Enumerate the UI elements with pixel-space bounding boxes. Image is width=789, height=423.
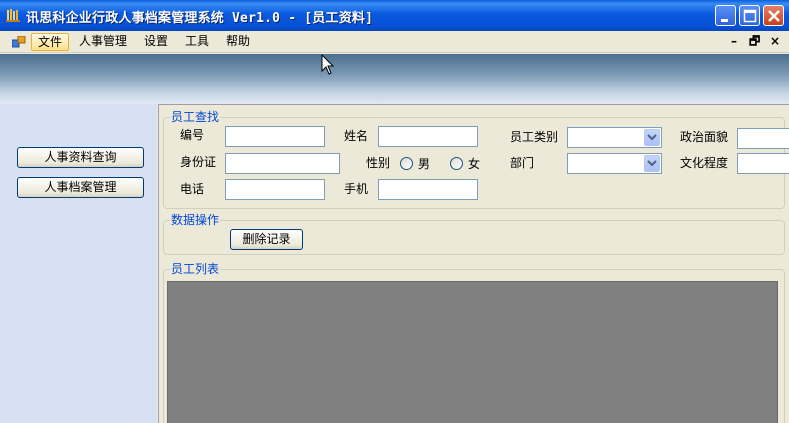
education-label: 文化程度 xyxy=(680,156,729,170)
female-label: 女 xyxy=(468,157,481,171)
hr-query-button[interactable]: 人事资料查询 xyxy=(17,147,144,168)
phone-label: 电话 xyxy=(180,182,205,196)
dept-select[interactable] xyxy=(567,153,662,174)
mobile-field[interactable] xyxy=(378,179,478,200)
gender-label: 性别 xyxy=(366,156,391,170)
close-icon xyxy=(768,10,780,22)
category-select[interactable] xyxy=(567,127,662,148)
minimize-button[interactable] xyxy=(715,5,736,26)
female-radio[interactable] xyxy=(450,157,463,170)
delete-record-button[interactable]: 删除记录 xyxy=(230,229,303,250)
mdi-close-button[interactable]: × xyxy=(770,34,780,48)
search-group-legend: 员工查找 xyxy=(170,110,221,124)
menu-tools[interactable]: 工具 xyxy=(179,33,215,51)
main-panel: 员工查找 编号 姓名 员工类别 政治面貌 身份证 性别 男 女 部门 文化程度 … xyxy=(158,104,789,423)
chevron-down-icon[interactable] xyxy=(644,129,660,146)
menu-file[interactable]: 文件 xyxy=(31,33,70,51)
banner-area xyxy=(0,54,789,104)
window-title: 讯思科企业行政人事档案管理系统 Ver1.0 - [员工资料] xyxy=(26,11,374,26)
category-label: 员工类别 xyxy=(510,130,559,144)
maximize-icon xyxy=(743,9,757,23)
mdi-child-icon[interactable] xyxy=(12,36,26,48)
list-group-legend: 员工列表 xyxy=(170,262,221,276)
chevron-down-icon[interactable] xyxy=(644,155,660,172)
education-field[interactable] xyxy=(737,153,789,174)
name-label: 姓名 xyxy=(344,129,369,143)
political-field[interactable] xyxy=(737,128,789,149)
mouse-cursor-icon xyxy=(321,54,335,75)
idcard-field[interactable] xyxy=(225,153,340,174)
phone-field[interactable] xyxy=(225,179,325,200)
menu-settings[interactable]: 设置 xyxy=(138,33,174,51)
close-button[interactable] xyxy=(763,5,784,26)
dept-label: 部门 xyxy=(510,156,535,170)
list-group: 员工列表 xyxy=(163,262,785,423)
main-window: 讯思科企业行政人事档案管理系统 Ver1.0 - [员工资料] 文件 人事管理 … xyxy=(0,0,789,423)
title-bar[interactable]: 讯思科企业行政人事档案管理系统 Ver1.0 - [员工资料] xyxy=(0,0,789,31)
search-group: 员工查找 编号 姓名 员工类别 政治面貌 身份证 性别 男 女 部门 文化程度 … xyxy=(163,110,789,209)
political-label: 政治面貌 xyxy=(680,130,729,144)
menu-help[interactable]: 帮助 xyxy=(220,33,256,51)
app-icon xyxy=(6,9,20,22)
maximize-button[interactable] xyxy=(739,5,760,26)
male-radio[interactable] xyxy=(400,157,413,170)
mobile-label: 手机 xyxy=(344,182,369,196)
id-field[interactable] xyxy=(225,126,325,147)
menu-hr[interactable]: 人事管理 xyxy=(73,33,133,51)
idcard-label: 身份证 xyxy=(180,155,217,169)
mdi-restore-button[interactable]: 🗗 xyxy=(749,34,760,48)
minimize-icon xyxy=(721,19,728,22)
hr-archive-button[interactable]: 人事档案管理 xyxy=(17,177,144,198)
left-nav-panel: 人事资料查询 人事档案管理 xyxy=(0,104,157,423)
ops-group: 数据操作 删除记录 xyxy=(163,213,785,255)
employee-grid[interactable] xyxy=(167,281,778,423)
name-field[interactable] xyxy=(378,126,478,147)
male-label: 男 xyxy=(418,157,431,171)
id-label: 编号 xyxy=(180,128,205,142)
ops-group-legend: 数据操作 xyxy=(170,213,221,227)
menu-bar: 文件 人事管理 设置 工具 帮助 – 🗗 × xyxy=(0,31,789,53)
mdi-minimize-button[interactable]: – xyxy=(731,34,737,48)
